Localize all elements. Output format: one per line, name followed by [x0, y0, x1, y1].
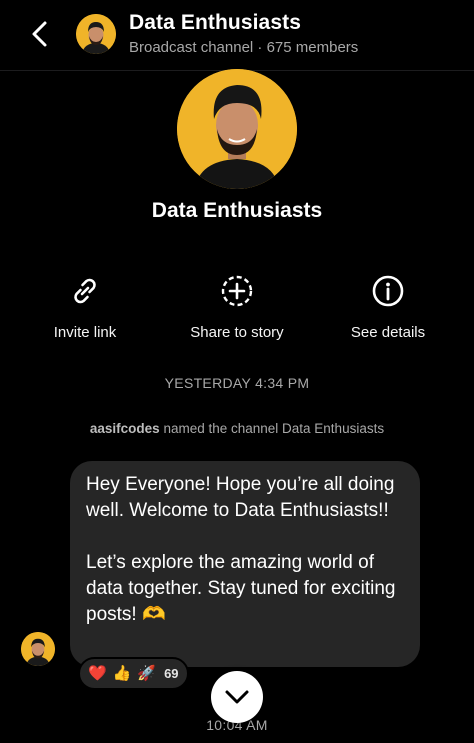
system-message: aasifcodes named the channel Data Enthus…: [0, 421, 474, 436]
person-avatar-icon: [21, 632, 55, 666]
reactions-pill[interactable]: ❤️ 👍 🚀 69: [78, 657, 189, 690]
see-details-button[interactable]: See details: [323, 274, 453, 341]
channel-avatar[interactable]: [76, 14, 116, 54]
thumbs-up-reaction: 👍: [112, 665, 132, 682]
system-message-text: named the channel Data Enthusiasts: [159, 421, 385, 436]
sender-avatar[interactable]: [21, 632, 55, 666]
scroll-to-bottom-button[interactable]: [211, 671, 263, 723]
subtitle-separator: ·: [257, 39, 263, 56]
info-icon: [372, 275, 404, 307]
share-to-story-label: Share to story: [190, 324, 284, 341]
member-count: 675 members: [266, 39, 359, 56]
add-to-story-icon: [221, 275, 253, 307]
person-avatar-icon: [76, 14, 116, 54]
message-paragraph: Let’s explore the amazing world of data …: [86, 552, 401, 625]
back-arrow-icon[interactable]: [26, 18, 56, 50]
rocket-reaction: 🚀: [137, 665, 157, 682]
channel-title[interactable]: Data Enthusiasts: [129, 11, 301, 35]
share-to-story-button[interactable]: Share to story: [172, 274, 302, 341]
channel-name-heading: Data Enthusiasts: [151, 199, 323, 222]
heart-reaction: ❤️: [88, 665, 107, 682]
reaction-count: 69: [164, 666, 179, 681]
chevron-down-icon: [225, 690, 249, 704]
see-details-label: See details: [350, 324, 426, 341]
invite-link-button[interactable]: Invite link: [20, 274, 150, 341]
chat-header: Data Enthusiasts Broadcast channel · 675…: [0, 0, 474, 71]
person-avatar-icon: [177, 69, 297, 189]
channel-type: Broadcast channel: [129, 39, 254, 56]
message-bubble[interactable]: Hey Everyone! Hope you’re all doing well…: [70, 461, 420, 667]
channel-subtitle: Broadcast channel · 675 members: [129, 39, 358, 56]
invite-link-label: Invite link: [53, 324, 117, 341]
timestamp-divider: YESTERDAY 4:34 PM: [164, 375, 310, 391]
channel-profile-photo[interactable]: [177, 69, 297, 189]
link-icon: [74, 278, 96, 304]
system-message-user[interactable]: aasifcodes: [90, 421, 160, 436]
message-paragraph: Hey Everyone! Hope you’re all doing well…: [86, 474, 400, 521]
